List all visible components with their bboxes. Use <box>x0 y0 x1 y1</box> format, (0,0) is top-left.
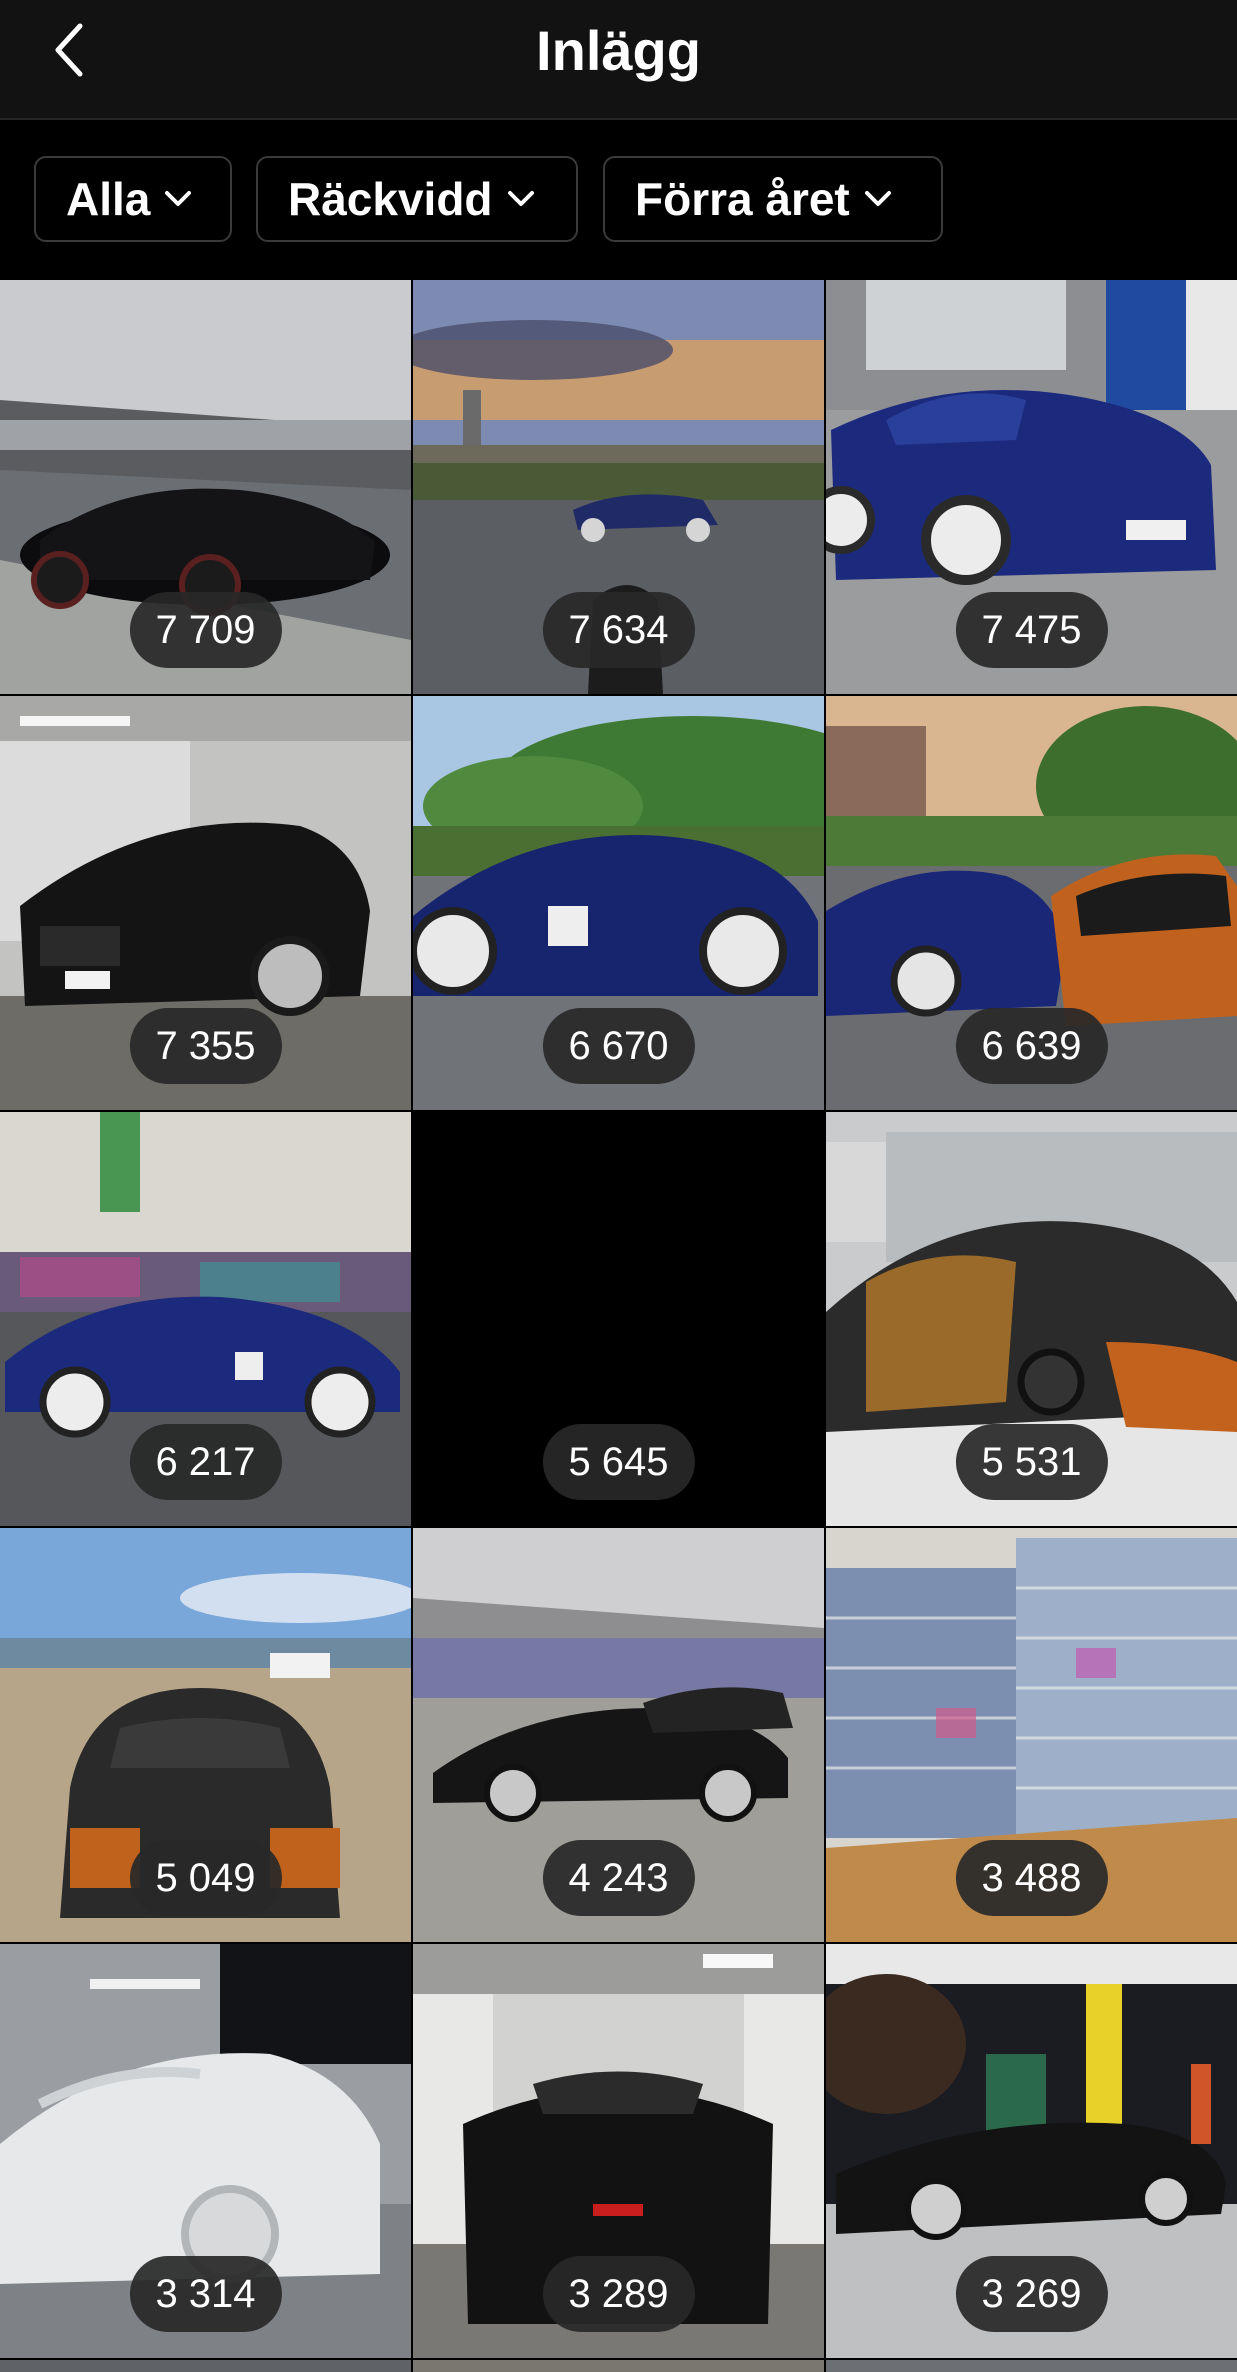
page-title: Inlägg <box>536 19 701 82</box>
post-thumbnail[interactable]: 4 243 <box>413 1528 824 1942</box>
post-thumbnail[interactable]: 5 645 <box>413 1112 824 1526</box>
post-thumbnail[interactable]: 7 709 <box>0 280 411 694</box>
reach-count-badge: 5 049 <box>129 1840 282 1916</box>
top-bar: Inlägg <box>0 0 1237 120</box>
post-image <box>0 2360 411 2372</box>
reach-count-badge: 7 355 <box>129 1008 282 1084</box>
post-image <box>826 2360 1237 2372</box>
post-image <box>413 2360 824 2372</box>
reach-count-badge: 3 488 <box>955 1840 1108 1916</box>
chevron-down-icon <box>165 191 192 206</box>
reach-count-badge: 3 314 <box>129 2256 282 2332</box>
post-thumbnail[interactable]: 3 289 <box>413 1944 824 2358</box>
reach-count-badge: 7 709 <box>129 592 282 668</box>
reach-count-badge: 6 639 <box>955 1008 1108 1084</box>
reach-count-badge: 3 269 <box>955 2256 1108 2332</box>
reach-count-badge: 3 289 <box>542 2256 695 2332</box>
post-thumbnail[interactable] <box>413 2360 824 2372</box>
filter-period-button[interactable]: Förra året <box>603 156 943 242</box>
post-thumbnail[interactable]: 7 475 <box>826 280 1237 694</box>
post-thumbnail[interactable]: 5 049 <box>0 1528 411 1942</box>
post-thumbnail[interactable] <box>826 2360 1237 2372</box>
post-thumbnail[interactable]: 6 217 <box>0 1112 411 1526</box>
post-thumbnail[interactable]: 3 488 <box>826 1528 1237 1942</box>
filter-bar: Alla Räckvidd Förra året <box>0 120 1237 280</box>
post-thumbnail[interactable]: 6 639 <box>826 696 1237 1110</box>
reach-count-badge: 5 645 <box>542 1424 695 1500</box>
reach-count-badge: 7 634 <box>542 592 695 668</box>
filter-type-label: Alla <box>66 173 151 225</box>
chevron-down-icon <box>864 191 891 206</box>
reach-count-badge: 6 217 <box>129 1424 282 1500</box>
reach-count-badge: 5 531 <box>955 1424 1108 1500</box>
filter-metric-button[interactable]: Räckvidd <box>256 156 578 242</box>
post-thumbnail[interactable]: 3 269 <box>826 1944 1237 2358</box>
filter-period-label: Förra året <box>635 173 850 225</box>
post-thumbnail[interactable] <box>0 2360 411 2372</box>
post-thumbnail[interactable]: 7 355 <box>0 696 411 1110</box>
reach-count-badge: 4 243 <box>542 1840 695 1916</box>
filter-type-button[interactable]: Alla <box>34 156 232 242</box>
reach-count-badge: 7 475 <box>955 592 1108 668</box>
reach-count-badge: 6 670 <box>542 1008 695 1084</box>
filter-metric-label: Räckvidd <box>288 173 493 225</box>
post-thumbnail[interactable]: 7 634 <box>413 280 824 694</box>
post-thumbnail[interactable]: 6 670 <box>413 696 824 1110</box>
chevron-down-icon <box>507 191 534 206</box>
post-thumbnail[interactable]: 3 314 <box>0 1944 411 2358</box>
post-thumbnail[interactable]: 5 531 <box>826 1112 1237 1526</box>
